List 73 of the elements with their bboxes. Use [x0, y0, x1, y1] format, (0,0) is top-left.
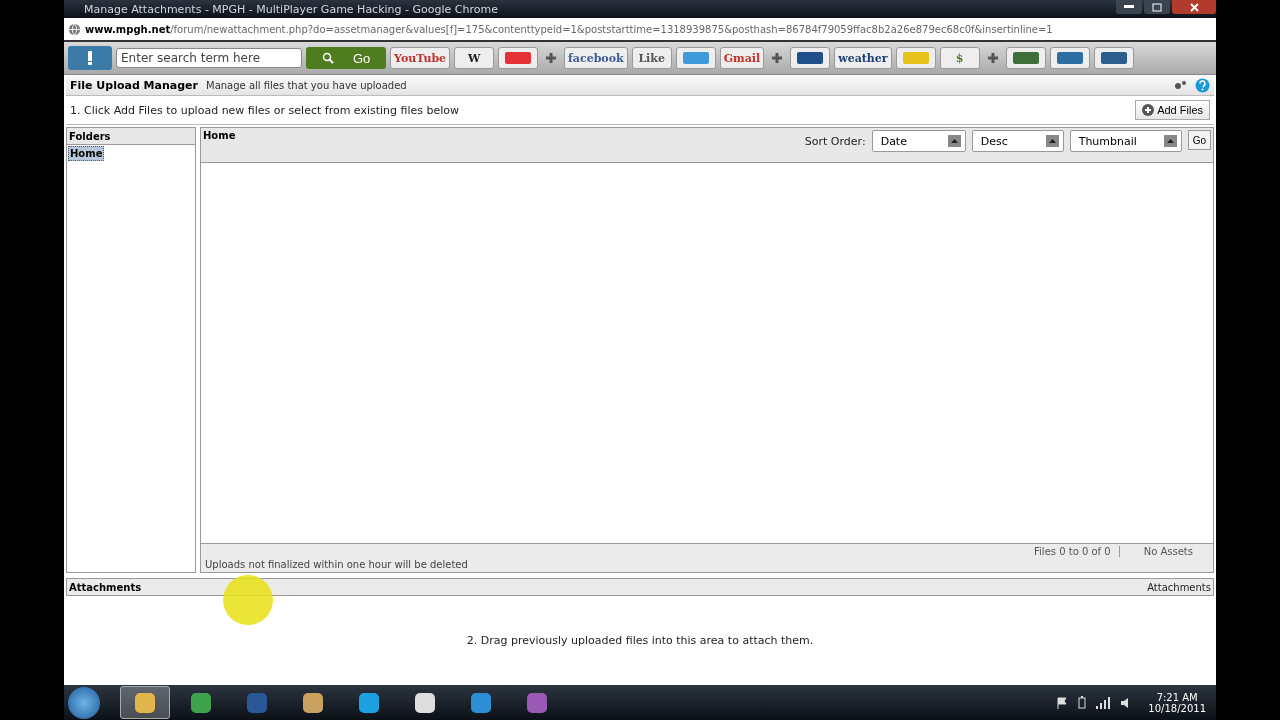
help-icon[interactable]: [1195, 77, 1210, 93]
bookmark-button[interactable]: [498, 47, 539, 69]
bookmark-button[interactable]: YouTube: [390, 47, 451, 69]
app-icon: [301, 690, 325, 715]
go-button[interactable]: Go: [306, 47, 386, 69]
bookmark-icon: [795, 51, 826, 65]
bookmark-icon: [1098, 51, 1129, 65]
dropdown-icon: [1045, 135, 1059, 147]
clock[interactable]: 7:21 AM 10/18/2011: [1142, 691, 1212, 714]
address-url[interactable]: www.mpgh.net/forum/newattachment.php?do=assetmanager&values[f]=175&contenttypeid=1&poststarttime=1318939875&posthash=86784f79059ffac8b2a26e879ec68c0f&insertinline=1: [85, 23, 1053, 35]
globe-icon: [68, 22, 81, 36]
maximize-button[interactable]: [1144, 0, 1170, 14]
bookmark-icon: [900, 51, 931, 65]
app-icon: [357, 690, 381, 715]
settings-icon[interactable]: [1173, 79, 1187, 91]
app-icon: [189, 690, 213, 715]
go-button[interactable]: Go: [1187, 130, 1211, 150]
app-icon: [413, 690, 437, 715]
bookmark-button[interactable]: [1005, 47, 1046, 69]
add-files-button[interactable]: Add Files: [1135, 100, 1210, 120]
bookmark-button[interactable]: $: [939, 47, 980, 69]
manager-subtitle: Manage all files that you have uploaded: [206, 79, 407, 91]
manager-title: File Upload Manager: [70, 78, 198, 92]
plus-icon: [546, 53, 557, 63]
folder-item[interactable]: Home: [68, 146, 105, 161]
signal-icon[interactable]: [1096, 696, 1111, 709]
sort-order-label: Sort Order:: [804, 135, 866, 148]
folders-heading: Folders: [69, 130, 111, 142]
search-field[interactable]: Enter search term here: [116, 48, 302, 68]
app-icon: [245, 690, 269, 715]
dropdown-icon: [947, 135, 961, 147]
bookmark-button[interactable]: Gmail: [719, 47, 765, 69]
dropdown-icon: [1163, 135, 1177, 147]
flag-icon[interactable]: [1056, 696, 1069, 709]
bookmark-icon: [680, 51, 711, 65]
battery-icon[interactable]: [1078, 696, 1087, 709]
bookmark-icon: [1054, 51, 1085, 65]
app-icon: [525, 690, 549, 715]
app-icon: [133, 690, 157, 715]
sort-select[interactable]: Desc: [971, 130, 1064, 152]
plus-icon: [1142, 104, 1155, 116]
plus-icon: [772, 53, 783, 63]
window-title: Manage Attachments - MPGH - MultiPlayer Game Hacking - Google Chrome: [84, 2, 498, 16]
close-icon: [1189, 2, 1199, 12]
bookmark-button[interactable]: [1049, 47, 1090, 69]
minimize-button[interactable]: [1116, 0, 1142, 14]
close-button[interactable]: [1172, 0, 1216, 14]
bookmark-button[interactable]: [790, 47, 831, 69]
asset-count: No Assets: [1143, 546, 1194, 557]
sort-select[interactable]: Thumbnail: [1069, 130, 1182, 152]
bookmark-button[interactable]: weather: [834, 47, 892, 69]
minimize-icon: [1124, 5, 1134, 9]
toolbar-logo-icon[interactable]: [68, 46, 112, 70]
drop-hint: 2. Drag previously uploaded files into this area to attach them.: [466, 634, 814, 649]
instruction-text: 1. Click Add Files to upload new files or select from existing files below: [70, 103, 460, 117]
file-range: Files 0 to 0 of 0: [1034, 546, 1120, 557]
bookmark-icon: [1010, 51, 1041, 65]
start-button[interactable]: [68, 686, 100, 719]
maximize-icon: [1152, 2, 1162, 12]
attachments-heading: Attachments: [69, 581, 142, 593]
upload-notice: Uploads not finalized within one hour will be deleted: [205, 559, 468, 570]
cursor-highlight: [223, 575, 273, 625]
app-icon: [469, 690, 493, 715]
files-heading: Home: [203, 130, 236, 141]
search-icon: [321, 52, 334, 64]
bookmark-icon: [503, 51, 534, 65]
attachments-label: Attachments: [1147, 581, 1211, 593]
sort-select[interactable]: Date: [871, 130, 966, 152]
bookmark-button[interactable]: facebook: [564, 47, 628, 69]
plus-icon: [987, 53, 998, 63]
bookmark-button[interactable]: Like: [631, 47, 672, 69]
bookmark-button[interactable]: W: [454, 47, 495, 69]
bookmark-button[interactable]: [1093, 47, 1134, 69]
